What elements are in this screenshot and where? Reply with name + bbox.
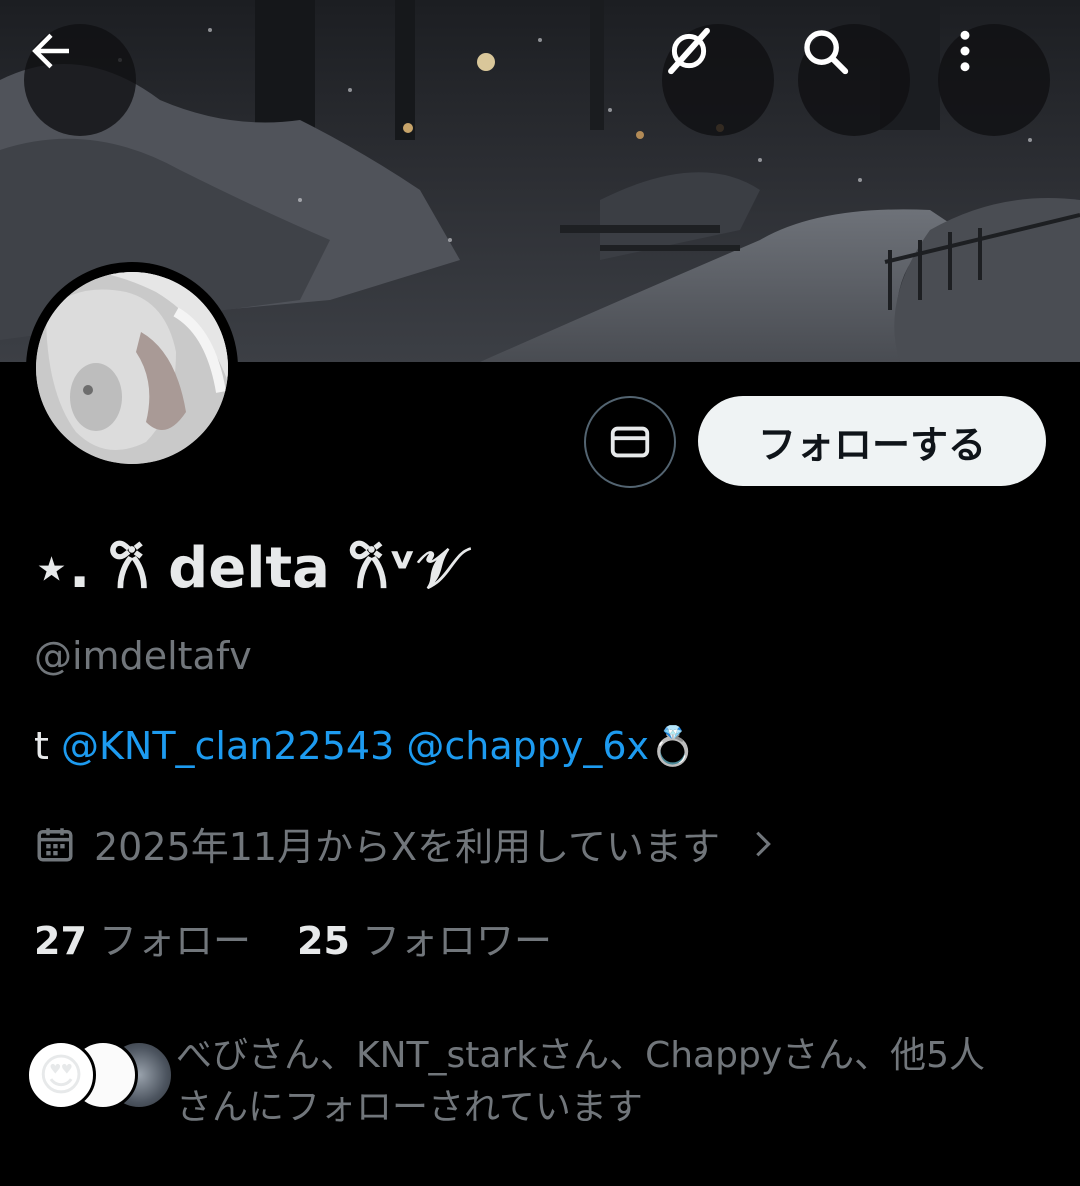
profile-bio: t @KNT_clan22543 @chappy_6x💍 [34, 724, 696, 769]
bio-text: t [34, 724, 61, 768]
calendar-icon [37, 827, 73, 861]
join-date-row[interactable]: 2025年11月からXを利用しています [34, 816, 780, 871]
followed-by-line-2: さんにフォローされています [176, 1087, 643, 1128]
profile-avatar[interactable] [26, 262, 238, 474]
envelope-icon [610, 426, 650, 458]
followed-by-text: べびさん、KNT_starkさん、Chappyさん、他5人 さんにフォローされて… [176, 1030, 1056, 1134]
message-button[interactable] [584, 396, 676, 488]
user-handle: @imdeltafv [34, 634, 252, 678]
ring-emoji: 💍 [649, 724, 697, 768]
search-button[interactable] [798, 24, 910, 136]
followers-count: 25 [297, 919, 350, 963]
search-icon [804, 30, 849, 75]
heart-eyes-emoji: 😍 [38, 1049, 84, 1101]
following-link[interactable]: 27 フォロー [34, 919, 251, 963]
display-name: ⋆. 𐙚 delta 𐙚ᵛ𝒱 [34, 536, 463, 601]
back-button[interactable] [24, 24, 136, 136]
join-date-text: 2025年11月からXを利用しています [94, 825, 720, 869]
grok-icon [668, 27, 710, 75]
following-count: 27 [34, 919, 87, 963]
follow-stats: 27 フォロー 25 フォロワー [34, 910, 552, 965]
follower-avatar-1: 😍 [26, 1040, 96, 1110]
avatar-image [36, 272, 228, 464]
followers-label: フォロワー [361, 919, 552, 963]
more-button[interactable] [938, 24, 1050, 136]
following-label: フォロー [98, 919, 251, 963]
bio-mention-chappy[interactable]: @chappy_6x [406, 724, 649, 768]
followed-by-row[interactable]: 😍 べびさん、KNT_starkさん、Chappyさん、他5人 さんにフォローさ… [26, 1030, 1066, 1130]
grok-button[interactable] [662, 24, 774, 136]
followed-by-line-1: べびさん、KNT_starkさん、Chappyさん、他5人 [176, 1035, 986, 1076]
bio-mention-knt[interactable]: @KNT_clan22543 [61, 724, 394, 768]
follow-button[interactable]: フォローする [698, 396, 1046, 486]
chevron-right-icon [756, 831, 771, 856]
arrow-left-icon [32, 33, 69, 69]
more-vertical-icon [960, 30, 970, 72]
followers-link[interactable]: 25 フォロワー [297, 919, 552, 963]
